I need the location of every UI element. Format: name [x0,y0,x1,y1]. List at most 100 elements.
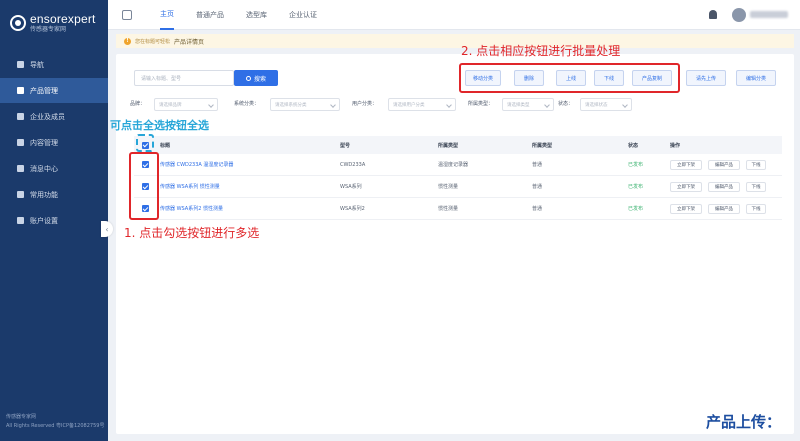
search-icon [245,75,251,81]
user-category-select[interactable]: 请选择用户分类 [388,98,456,111]
move-category-button[interactable]: 移动分类 [465,70,501,86]
col-status: 状态 [628,142,639,149]
status-badge: 已发布 [628,162,644,168]
bell-icon[interactable] [709,10,717,19]
chevron-left-icon: ‹ [105,224,109,234]
tab-home[interactable]: 主页 [160,0,174,30]
message-icon [17,165,24,172]
sidebar-item-company[interactable]: 企业及成员 [0,104,108,129]
filter-label-system-category: 系统分类： [234,101,260,107]
function-icon [17,191,24,198]
search-button-label: 搜索 [253,75,266,83]
sidebar-item-messages[interactable]: 消息中心 [0,156,108,181]
home-icon [17,61,24,68]
row-type-2: 普通 [532,206,543,212]
row-title[interactable]: 传感器 CWD233A 温湿度记录器 [160,154,233,175]
edit-category-button[interactable]: 编辑分类 [736,70,776,86]
sidebar-item-label: 导航 [30,60,44,69]
sidebar-item-label: 消息中心 [30,164,58,173]
row-checkboxes-highlight [129,152,159,220]
status-select[interactable]: 请选择状态 [580,98,632,111]
logo-text-cn: 传感器专家网 [30,26,67,33]
user-name-blurred[interactable] [750,11,788,18]
footer-line-1: 传感器专家网 [6,414,37,420]
avatar[interactable] [732,8,746,22]
sidebar-item-content[interactable]: 内容管理 [0,130,108,155]
notice-text-main[interactable]: 产品详情页 [174,37,204,46]
unlist-button[interactable]: 立即下架 [670,204,702,214]
edit-product-button[interactable]: 编辑产品 [708,160,740,170]
row-model: WSA系列 [340,184,362,190]
status-badge: 已发布 [628,206,644,212]
row-title[interactable]: 传感器 WSA系列 惯性测量 [160,176,220,197]
sidebar-item-label: 常用功能 [30,190,58,199]
row-title[interactable]: 传感器 WSA系列2 惯性测量 [160,198,223,219]
select-all-highlight [136,134,154,152]
table-header: 标题 型号 所属类型 所属类型 状态 操作 [134,136,782,154]
fullscreen-icon[interactable] [122,10,132,20]
edit-product-button[interactable]: 编辑产品 [708,204,740,214]
page-caption: 产品上传： [706,413,782,431]
delete-button[interactable]: 删除 [514,70,544,86]
sidebar-item-label: 企业及成员 [30,112,65,121]
sidebar-collapse-button[interactable]: ‹ [101,221,113,237]
col-type-2: 所属类型 [532,142,553,149]
logo-icon [10,15,26,31]
copy-product-button[interactable]: 产品复制 [632,70,672,86]
col-model: 型号 [340,142,351,149]
table-row: 传感器 WSA系列 惯性测量 WSA系列 惯性测量 普通 已发布 立即下架 编辑… [134,176,782,198]
app-root: ensorexpert 传感器专家网 导航 产品管理 企业及成员 内容管理 消息… [0,0,800,441]
system-category-select[interactable]: 请选择系统分类 [270,98,340,111]
search-button[interactable]: 搜索 [234,70,278,86]
col-title: 标题 [160,142,171,149]
filter-label-user-category: 用户分类： [352,101,378,107]
notice-text-small: 您在标题可轻松 [135,38,171,45]
topbar: 主页 普通产品 选型库 企业认证 [108,0,800,30]
tab-products[interactable]: 普通产品 [196,0,224,30]
sidebar-item-label: 账户设置 [30,216,58,225]
table-row: 传感器 WSA系列2 惯性测量 WSA系列2 惯性测量 普通 已发布 立即下架 … [134,198,782,220]
brand-select[interactable]: 请选择品牌 [154,98,218,111]
sidebar-item-account[interactable]: 账户设置 [0,208,108,233]
sidebar-item-nav[interactable]: 导航 [0,52,108,77]
tab-selection-library[interactable]: 选型库 [246,0,267,30]
row-type-2: 普通 [532,184,543,190]
upload-first-button[interactable]: 请先上传 [686,70,726,86]
sidebar-item-functions[interactable]: 常用功能 [0,182,108,207]
sidebar-item-products[interactable]: 产品管理 [0,78,108,103]
row-type-1: 惯性测量 [438,206,459,212]
tab-certification[interactable]: 企业认证 [289,0,317,30]
row-model: CWD233A [340,161,366,168]
filter-label-status: 状态： [558,101,574,107]
warning-icon: ! [124,37,131,45]
unlist-button[interactable]: 立即下架 [670,182,702,192]
row-offline-button[interactable]: 下线 [746,160,766,170]
row-type-1: 惯性测量 [438,184,459,190]
type-select[interactable]: 请选择类型 [502,98,554,111]
sidebar-footer: 传感器专家网 All Rights Reserved 粤ICP备12082759… [6,413,104,431]
sidebar-nav: 导航 产品管理 企业及成员 内容管理 消息中心 常用功能 账户设置 [0,52,108,234]
row-model: WSA系列2 [340,206,365,212]
filter-row: 品牌： 请选择品牌 系统分类： 请选择系统分类 用户分类： 请选择用户分类 所属… [130,98,790,112]
unlist-button[interactable]: 立即下架 [670,160,702,170]
account-icon [17,217,24,224]
status-badge: 已发布 [628,184,644,190]
logo[interactable]: ensorexpert 传感器专家网 [10,10,105,36]
filter-label-brand: 品牌： [130,101,146,107]
row-offline-button[interactable]: 下线 [746,182,766,192]
row-type-2: 普通 [532,162,543,168]
content-icon [17,139,24,146]
sidebar: ensorexpert 传感器专家网 导航 产品管理 企业及成员 内容管理 消息… [0,0,108,441]
logo-text-en: ensorexpert [30,12,96,26]
footer-line-2: All Rights Reserved 粤ICP备12082759号 [6,423,105,429]
offline-button[interactable]: 下线 [594,70,624,86]
table-row: 传感器 CWD233A 温湿度记录器 CWD233A 温湿度记录器 普通 已发布… [134,154,782,176]
row-offline-button[interactable]: 下线 [746,204,766,214]
online-button[interactable]: 上线 [556,70,586,86]
search-input[interactable]: 请输入标题、型号 [134,70,234,86]
edit-product-button[interactable]: 编辑产品 [708,182,740,192]
row-type-1: 温湿度记录器 [438,162,469,168]
annotation-multi-select: 1. 点击勾选按钮进行多选 [124,226,260,240]
sidebar-item-label: 产品管理 [30,86,58,95]
col-actions: 操作 [670,142,681,149]
